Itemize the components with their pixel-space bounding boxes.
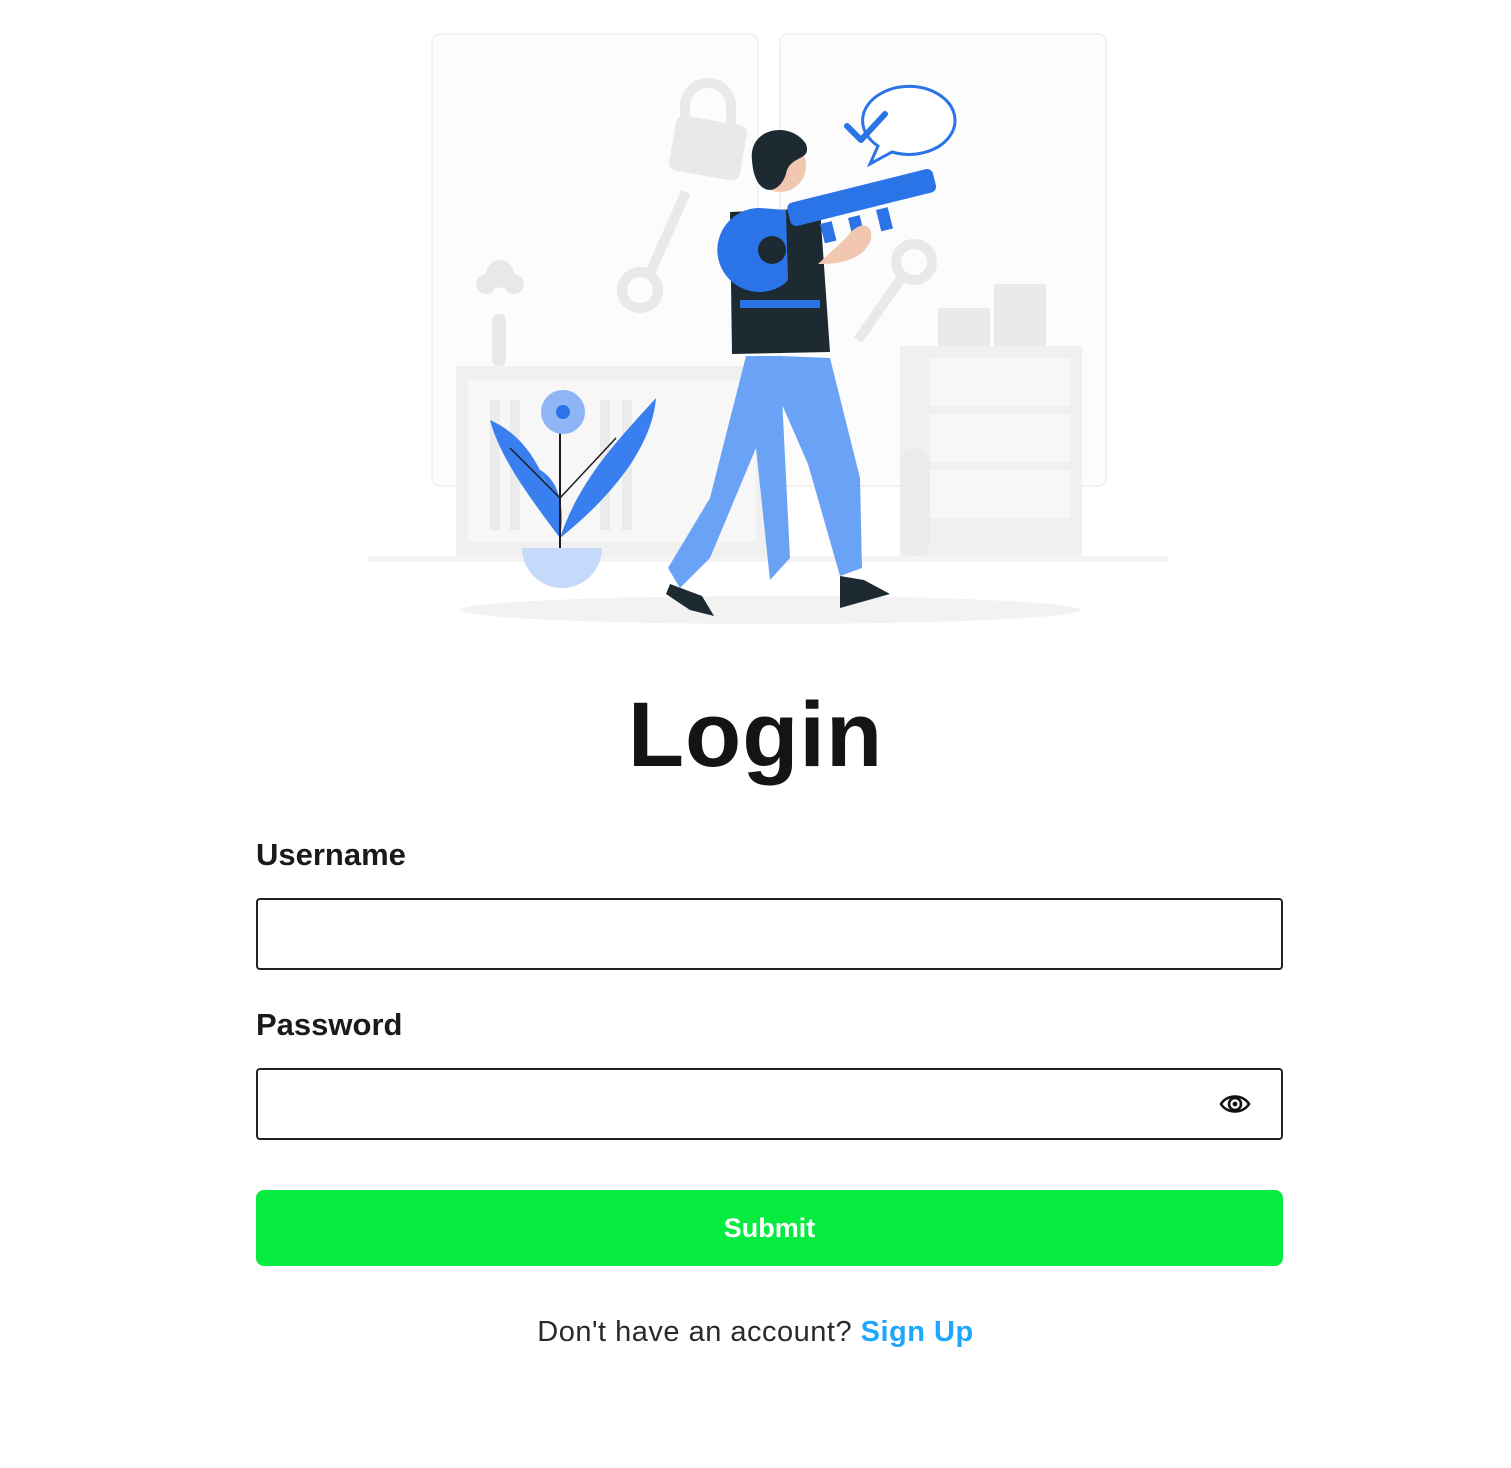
username-input[interactable] — [258, 900, 1281, 968]
password-input[interactable] — [258, 1070, 1281, 1138]
password-group: Password — [256, 1000, 1283, 1140]
password-label: Password — [256, 1007, 403, 1042]
page-title: Login — [627, 684, 884, 786]
signup-prompt-text: Don't have an account? — [537, 1316, 861, 1348]
username-field[interactable] — [256, 898, 1283, 970]
login-form: Username Password — [256, 830, 1283, 1140]
signup-prompt: Don't have an account? Sign Up — [0, 1316, 1511, 1349]
eye-icon[interactable] — [1219, 1090, 1251, 1118]
woman-holding-key-illustration — [368, 33, 1168, 624]
signup-link[interactable]: Sign Up — [861, 1316, 974, 1348]
login-page: Login Username Password Submit Don't hav… — [0, 0, 1511, 1468]
eye-icon-glyph — [1219, 1095, 1251, 1113]
password-field[interactable] — [256, 1068, 1283, 1140]
submit-button[interactable]: Submit — [256, 1190, 1283, 1266]
username-label: Username — [256, 837, 406, 872]
login-illustration — [360, 28, 1180, 628]
